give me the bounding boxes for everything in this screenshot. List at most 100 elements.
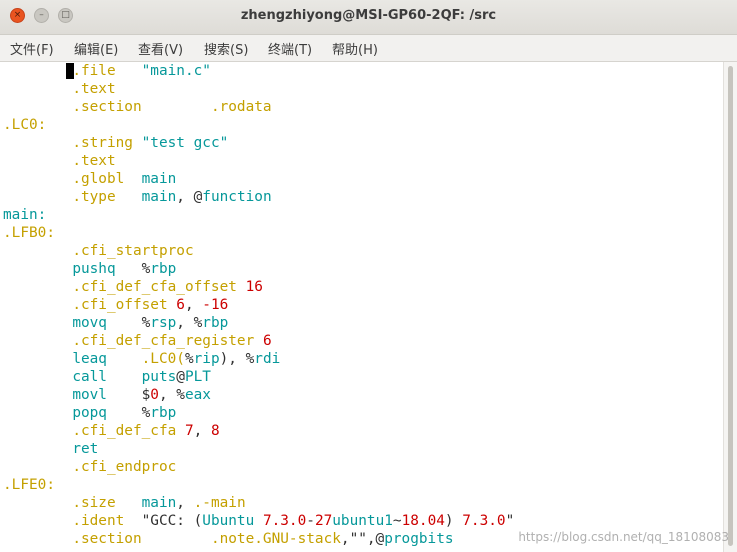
code-token: 7.3.0 xyxy=(462,513,506,529)
terminal-output[interactable]: .file "main.c" .text .section .rodata .LC… xyxy=(0,62,724,552)
terminal-line: leaq .LC0(%rip), %rdi xyxy=(0,350,724,368)
terminal-line: main: xyxy=(0,206,724,224)
code-token: .size xyxy=(72,495,116,511)
terminal-line: pushq %rbp xyxy=(0,260,724,278)
terminal-line: call puts@PLT xyxy=(0,368,724,386)
code-token: ), % xyxy=(219,351,255,367)
terminal-line: .cfi_endproc xyxy=(0,458,724,476)
code-token: .LC0( xyxy=(141,351,185,367)
terminal-line: movq %rsp, %rbp xyxy=(0,314,724,332)
code-token: .text xyxy=(72,153,116,169)
terminal-line: .section .rodata xyxy=(0,98,724,116)
code-token: rdi xyxy=(254,351,281,367)
code-token: 7 xyxy=(184,423,194,439)
code-token: rsp xyxy=(150,315,177,331)
terminal-line: movl $0, %eax xyxy=(0,386,724,404)
title-bar[interactable]: × – □ zhengzhiyong@MSI-GP60-2QF: /src xyxy=(0,0,737,35)
code-token: rbp xyxy=(150,405,177,421)
code-token: .cfi_def_cfa_register xyxy=(72,333,255,349)
menu-help[interactable]: 帮助(H) xyxy=(332,39,378,58)
code-token: ret xyxy=(72,441,99,457)
terminal-line: .cfi_offset 6, -16 xyxy=(0,296,724,314)
code-token: ,"",@ xyxy=(340,531,385,547)
terminal-line: .text xyxy=(0,80,724,98)
code-token: function xyxy=(202,189,272,205)
terminal-line: popq %rbp xyxy=(0,404,724,422)
code-token: .-main xyxy=(193,495,246,511)
code-token: ~ xyxy=(392,513,402,529)
terminal-line: .LFE0: xyxy=(0,476,724,494)
code-token: , % xyxy=(176,315,203,331)
code-token: 6 xyxy=(262,333,272,349)
menu-terminal[interactable]: 终端(T) xyxy=(268,39,312,58)
code-token: progbits xyxy=(384,531,454,547)
code-token: movl xyxy=(72,387,107,403)
vertical-scrollbar[interactable] xyxy=(723,62,737,552)
code-token: pushq xyxy=(72,261,116,277)
code-token: .LFE0: xyxy=(3,477,55,493)
scrollbar-thumb[interactable] xyxy=(728,66,733,546)
terminal-line: .LC0: xyxy=(0,116,724,134)
terminal-line: .cfi_def_cfa 7, 8 xyxy=(0,422,724,440)
code-token: .cfi_def_cfa_offset xyxy=(72,279,237,295)
menu-view[interactable]: 查看(V) xyxy=(138,39,183,58)
code-token: -16 xyxy=(202,297,229,313)
code-token: main xyxy=(141,189,177,205)
code-token: rip xyxy=(193,351,220,367)
code-token: 16 xyxy=(245,279,263,295)
text-cursor xyxy=(66,63,74,79)
code-token: , @ xyxy=(176,189,203,205)
code-token: - xyxy=(306,513,315,529)
code-token: ) xyxy=(444,513,463,529)
code-token: @ xyxy=(176,369,185,385)
code-token: , xyxy=(184,297,203,313)
code-token: 18.04 xyxy=(401,513,445,529)
code-token: , xyxy=(176,495,194,511)
terminal-line: .text xyxy=(0,152,724,170)
terminal-line: .cfi_def_cfa_offset 16 xyxy=(0,278,724,296)
code-token: "GCC: ( xyxy=(141,513,203,529)
menu-search[interactable]: 搜索(S) xyxy=(204,39,248,58)
code-token: .cfi_offset xyxy=(72,297,168,313)
code-token: "main.c" xyxy=(141,63,211,79)
code-token: .LC0: xyxy=(3,117,47,133)
code-token: 0 xyxy=(150,387,159,403)
code-token: puts xyxy=(141,369,177,385)
menu-edit[interactable]: 编辑(E) xyxy=(74,39,118,58)
window-title: zhengzhiyong@MSI-GP60-2QF: /src xyxy=(240,8,497,23)
code-token: .section xyxy=(72,531,142,547)
code-token: PLT xyxy=(184,369,211,385)
menu-file[interactable]: 文件(F) xyxy=(10,39,54,58)
code-token: ubuntu1 xyxy=(332,513,393,529)
code-token: % xyxy=(106,315,151,331)
code-token: leaq xyxy=(72,351,107,367)
code-token: .note.GNU-stack xyxy=(210,531,341,547)
code-token: 27 xyxy=(314,513,333,529)
code-token: .text xyxy=(72,81,116,97)
code-token: .section xyxy=(72,99,142,115)
